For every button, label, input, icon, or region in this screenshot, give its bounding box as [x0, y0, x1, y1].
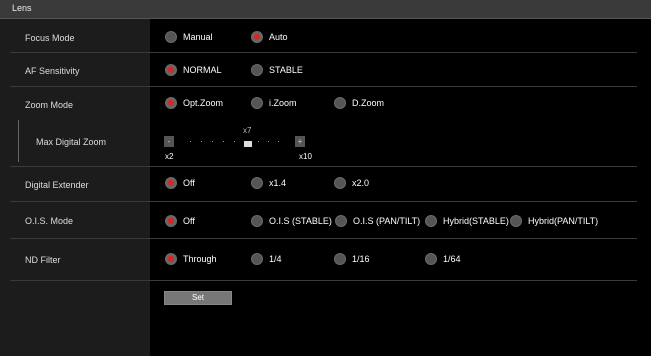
slider-increment-button[interactable]: +	[295, 136, 305, 147]
option-label: Hybrid(STABLE)	[443, 216, 509, 226]
option-label: x1.4	[269, 178, 287, 188]
af-sensitivity-label: AF Sensitivity	[25, 66, 80, 76]
option-label: Hybrid(PAN/TILT)	[528, 216, 599, 226]
radio-selected-icon	[165, 215, 177, 227]
option-label: Through	[183, 254, 217, 264]
option-label: STABLE	[269, 65, 303, 75]
row-ois-mode: O.I.S. Mode Off O.I.S (STABLE) O.I.S (PA…	[0, 202, 651, 239]
option-label: Off	[183, 216, 195, 226]
slider-thumb[interactable]	[244, 141, 252, 147]
slider-decrement-button[interactable]: -	[164, 136, 174, 147]
radio-icon	[425, 253, 437, 265]
lens-settings-panel: Lens Focus Mode Manual Auto AF Sensitivi…	[0, 0, 651, 356]
option-label: Auto	[269, 32, 288, 42]
radio-icon	[165, 31, 177, 43]
slider-tick	[278, 141, 279, 142]
option-label: NORMAL	[183, 65, 222, 75]
slider-tick	[258, 141, 259, 142]
radio-icon	[334, 253, 346, 265]
option-label: Manual	[183, 32, 213, 42]
radio-icon	[251, 215, 263, 227]
slider-max-label: x10	[299, 152, 312, 161]
radio-selected-icon	[165, 97, 177, 109]
slider-tick	[190, 141, 191, 142]
digital-extender-label: Digital Extender	[25, 180, 89, 190]
radio-icon	[251, 97, 263, 109]
option-label: Off	[183, 178, 195, 188]
slider-tick	[234, 141, 235, 142]
option-label: O.I.S (STABLE)	[269, 216, 332, 226]
option-label: Opt.Zoom	[183, 98, 224, 108]
max-digital-zoom-label: Max Digital Zoom	[36, 137, 107, 147]
option-label: i.Zoom	[269, 98, 297, 108]
row-nd-filter: ND Filter Through 1/4 1/16 1/64	[0, 238, 651, 281]
radio-selected-icon	[251, 31, 263, 43]
radio-icon	[251, 253, 263, 265]
option-label: O.I.S (PAN/TILT)	[353, 216, 421, 226]
option-label: D.Zoom	[352, 98, 385, 108]
panel-header: Lens	[0, 0, 651, 19]
set-button[interactable]: Set	[164, 291, 232, 305]
row-zoom-mode: Zoom Mode Opt.Zoom i.Zoom D.Zoom	[0, 87, 651, 119]
slider-min-label: x2	[165, 152, 174, 161]
radio-icon	[425, 215, 437, 227]
radio-selected-icon	[165, 253, 177, 265]
option-label: 1/16	[352, 254, 370, 264]
radio-icon	[251, 64, 263, 76]
focus-mode-label: Focus Mode	[25, 33, 75, 43]
slider-tick	[268, 141, 269, 142]
radio-icon	[334, 177, 346, 189]
ois-mode-label: O.I.S. Mode	[25, 216, 74, 226]
slider-tick	[212, 141, 213, 142]
nd-filter-label: ND Filter	[25, 255, 61, 265]
radio-icon	[335, 215, 347, 227]
radio-icon	[251, 177, 263, 189]
row-digital-extender: Digital Extender Off x1.4 x2.0	[0, 166, 651, 202]
radio-icon	[510, 215, 522, 227]
radio-icon	[334, 97, 346, 109]
slider-tick	[201, 141, 202, 142]
row-af-sensitivity: AF Sensitivity NORMAL STABLE	[0, 53, 651, 87]
slider-tick	[223, 141, 224, 142]
row-focus-mode: Focus Mode Manual Auto	[0, 19, 651, 53]
radio-selected-icon	[165, 64, 177, 76]
row-max-digital-zoom: Max Digital Zoom x7 - + x2 x10	[0, 119, 651, 167]
option-label: 1/4	[269, 254, 282, 264]
radio-selected-icon	[165, 177, 177, 189]
slider-value-label: x7	[243, 126, 252, 135]
option-label: 1/64	[443, 254, 461, 264]
option-label: x2.0	[352, 178, 370, 188]
panel-title: Lens	[12, 3, 32, 13]
zoom-mode-label: Zoom Mode	[25, 100, 74, 110]
row-divider	[10, 280, 637, 281]
